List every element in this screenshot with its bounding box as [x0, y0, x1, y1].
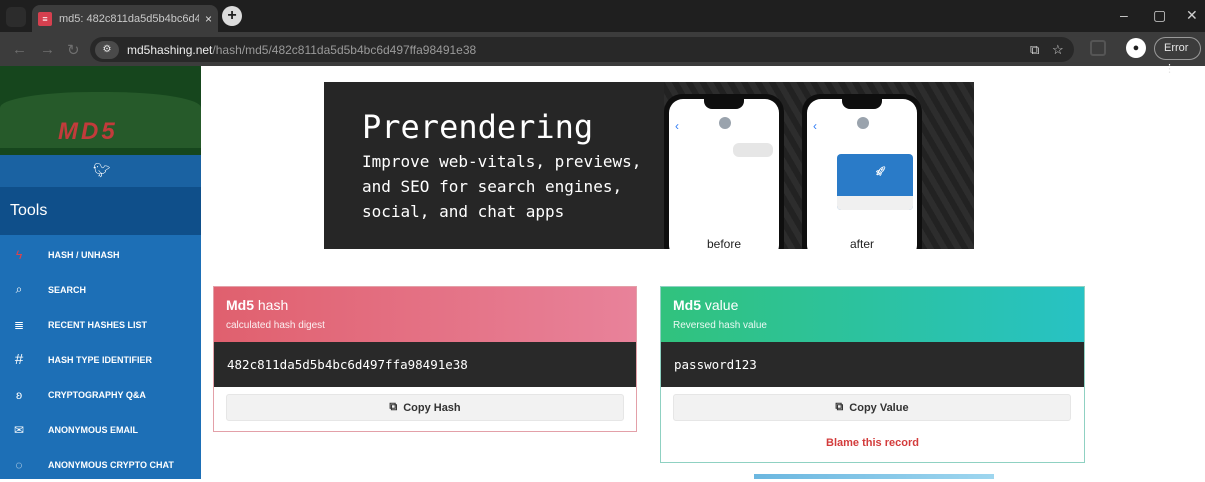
hashtag-icon: #: [14, 351, 24, 368]
md5-hash-card-header: Md5 hash calculated hash digest: [214, 287, 636, 342]
sidebar-item-hash-unhash[interactable]: ϟ HASH / UNHASH: [0, 237, 201, 272]
prerendering-ad-banner[interactable]: Prerendering Improve web-vitals, preview…: [324, 82, 974, 249]
site-favicon-icon: ≡: [38, 11, 52, 26]
address-bar[interactable]: ⚙ md5hashing.net/hash/md5/482c811da5d5b4…: [90, 37, 1074, 62]
copy-value-button[interactable]: ⧉ Copy Value: [673, 394, 1071, 421]
ad-text-line: and SEO for search engines,: [362, 177, 623, 196]
avatar: [857, 117, 869, 129]
phone-mockup-before: ‹ before: [664, 94, 784, 249]
browser-tab-active[interactable]: ≡ md5: 482c811da5d5b4bc6d497ffa98491e38 …: [32, 5, 218, 32]
browser-tab-bar: ≡ md5: 482c811da5d5b4bc6d497ffa98491e38 …: [0, 0, 1205, 32]
sidebar: MD5 🐦︎ Tools ϟ HASH / UNHASH ⌕ SEARCH ≣ …: [0, 66, 201, 479]
minimize-icon[interactable]: –: [1120, 7, 1128, 23]
social-bar: 🐦︎: [0, 155, 201, 187]
chevron-left-icon: ‹: [675, 119, 679, 133]
copy-icon: ⧉: [389, 401, 398, 413]
tab-close-icon[interactable]: ×: [205, 12, 212, 26]
pinned-tab[interactable]: [6, 7, 26, 27]
ad-title: Prerendering: [362, 108, 594, 146]
sidebar-item-label: CRYPTOGRAPHY Q&A: [48, 389, 146, 400]
phone-screen: ‹ before: [669, 99, 779, 249]
site-logo[interactable]: MD5: [0, 66, 201, 155]
url-path: /hash/md5/482c811da5d5b4bc6d497ffa98491e…: [212, 42, 477, 57]
phone-notch: [704, 99, 744, 109]
browser-toolbar: ← → ↻ ⚙ md5hashing.net/hash/md5/482c811d…: [0, 32, 1205, 66]
error-label: Error: [1164, 42, 1189, 54]
sidebar-item-label: SEARCH: [48, 284, 87, 295]
qa-icon: ʚ: [15, 387, 23, 402]
card-title-bold: Md5: [673, 297, 701, 313]
tab-title: md5: 482c811da5d5b4bc6d497ffa98491e38: [59, 12, 199, 25]
bolt-icon: ϟ: [15, 247, 23, 262]
phone-screen: ‹ 🚀︎ after: [807, 99, 917, 249]
reload-icon[interactable]: ↻: [67, 41, 80, 59]
next-section-edge: [754, 474, 994, 479]
url-host: md5hashing.net: [127, 42, 213, 57]
back-arrow-icon[interactable]: ←: [12, 41, 27, 58]
ad-text-line: social, and chat apps: [362, 202, 565, 221]
copy-value-label: Copy Value: [849, 401, 909, 414]
before-label: before: [706, 237, 742, 249]
list-icon: ≣: [13, 317, 25, 332]
card-title-bold: Md5: [226, 297, 254, 313]
phone-notch: [842, 99, 882, 109]
sidebar-item-anonymous-email[interactable]: ✉ ANONYMOUS EMAIL: [0, 412, 201, 447]
message-bubble: [733, 143, 773, 157]
cast-icon[interactable]: ⧉: [1030, 42, 1039, 58]
tools-title: Tools: [10, 202, 48, 219]
sidebar-item-label: HASH TYPE IDENTIFIER: [48, 354, 153, 365]
card-title: Md5 value: [673, 297, 738, 313]
tools-nav-list: ϟ HASH / UNHASH ⌕ SEARCH ≣ RECENT HASHES…: [0, 237, 201, 482]
sidebar-item-label: ANONYMOUS CRYPTO CHAT: [48, 459, 174, 470]
after-label: after: [849, 237, 874, 249]
site-info-icon[interactable]: ⚙: [95, 40, 119, 59]
card-subtitle: calculated hash digest: [226, 320, 325, 331]
sidebar-item-search[interactable]: ⌕ SEARCH: [0, 272, 201, 307]
forward-arrow-icon[interactable]: →: [40, 41, 55, 58]
card-title-rest: hash: [254, 297, 289, 313]
chevron-left-icon: ‹: [813, 119, 817, 133]
search-icon: ⌕: [15, 282, 23, 296]
copy-hash-button[interactable]: ⧉ Copy Hash: [226, 394, 624, 421]
sidebar-item-cryptography-qa[interactable]: ʚ CRYPTOGRAPHY Q&A: [0, 377, 201, 412]
profile-avatar-icon[interactable]: ●: [1126, 38, 1146, 58]
sidebar-item-hash-type-identifier[interactable]: # HASH TYPE IDENTIFIER: [0, 342, 201, 377]
sidebar-item-label: ANONYMOUS EMAIL: [48, 424, 138, 435]
copy-hash-label: Copy Hash: [403, 401, 461, 414]
link-preview-card: 🚀︎: [837, 154, 913, 210]
bookmark-star-icon[interactable]: ☆: [1052, 42, 1064, 58]
card-title-rest: value: [701, 297, 739, 313]
blame-record-link[interactable]: Blame this record: [661, 437, 1084, 449]
maximize-icon[interactable]: ▢: [1153, 7, 1166, 24]
logo-text: MD5: [58, 118, 118, 145]
sidebar-item-label: HASH / UNHASH: [48, 249, 120, 260]
phone-mockup-after: ‹ 🚀︎ after: [802, 94, 922, 249]
chat-icon: ◌: [15, 457, 23, 472]
md5-value-card-header: Md5 value Reversed hash value: [661, 287, 1084, 342]
md5-plaintext-value[interactable]: password123: [661, 342, 1084, 387]
rocket-icon: 🚀︎: [875, 166, 887, 176]
ad-text-line: Improve web-vitals, previews,: [362, 152, 642, 171]
card-subtitle: Reversed hash value: [673, 320, 767, 331]
sidebar-item-anonymous-crypto-chat[interactable]: ◌ ANONYMOUS CRYPTO CHAT: [0, 447, 201, 482]
twitter-icon[interactable]: 🐦︎: [93, 162, 111, 179]
md5-hash-value[interactable]: 482c811da5d5b4bc6d497ffa98491e38: [214, 342, 636, 387]
copy-icon: ⧉: [835, 401, 844, 413]
md5-hash-card: Md5 hash calculated hash digest 482c811d…: [213, 286, 637, 432]
browser-error-button[interactable]: Error ⋮: [1154, 37, 1201, 75]
new-tab-button[interactable]: +: [222, 6, 242, 26]
avatar: [719, 117, 731, 129]
envelope-icon: ✉: [13, 422, 25, 437]
extensions-icon[interactable]: [1090, 40, 1106, 56]
md5-value-card: Md5 value Reversed hash value password12…: [660, 286, 1085, 463]
sidebar-item-recent-hashes[interactable]: ≣ RECENT HASHES LIST: [0, 307, 201, 342]
sidebar-item-label: RECENT HASHES LIST: [48, 319, 148, 330]
preview-caption: [837, 196, 913, 210]
card-title: Md5 hash: [226, 297, 288, 313]
tools-header: Tools: [0, 187, 201, 235]
close-window-icon[interactable]: ✕: [1186, 7, 1198, 24]
